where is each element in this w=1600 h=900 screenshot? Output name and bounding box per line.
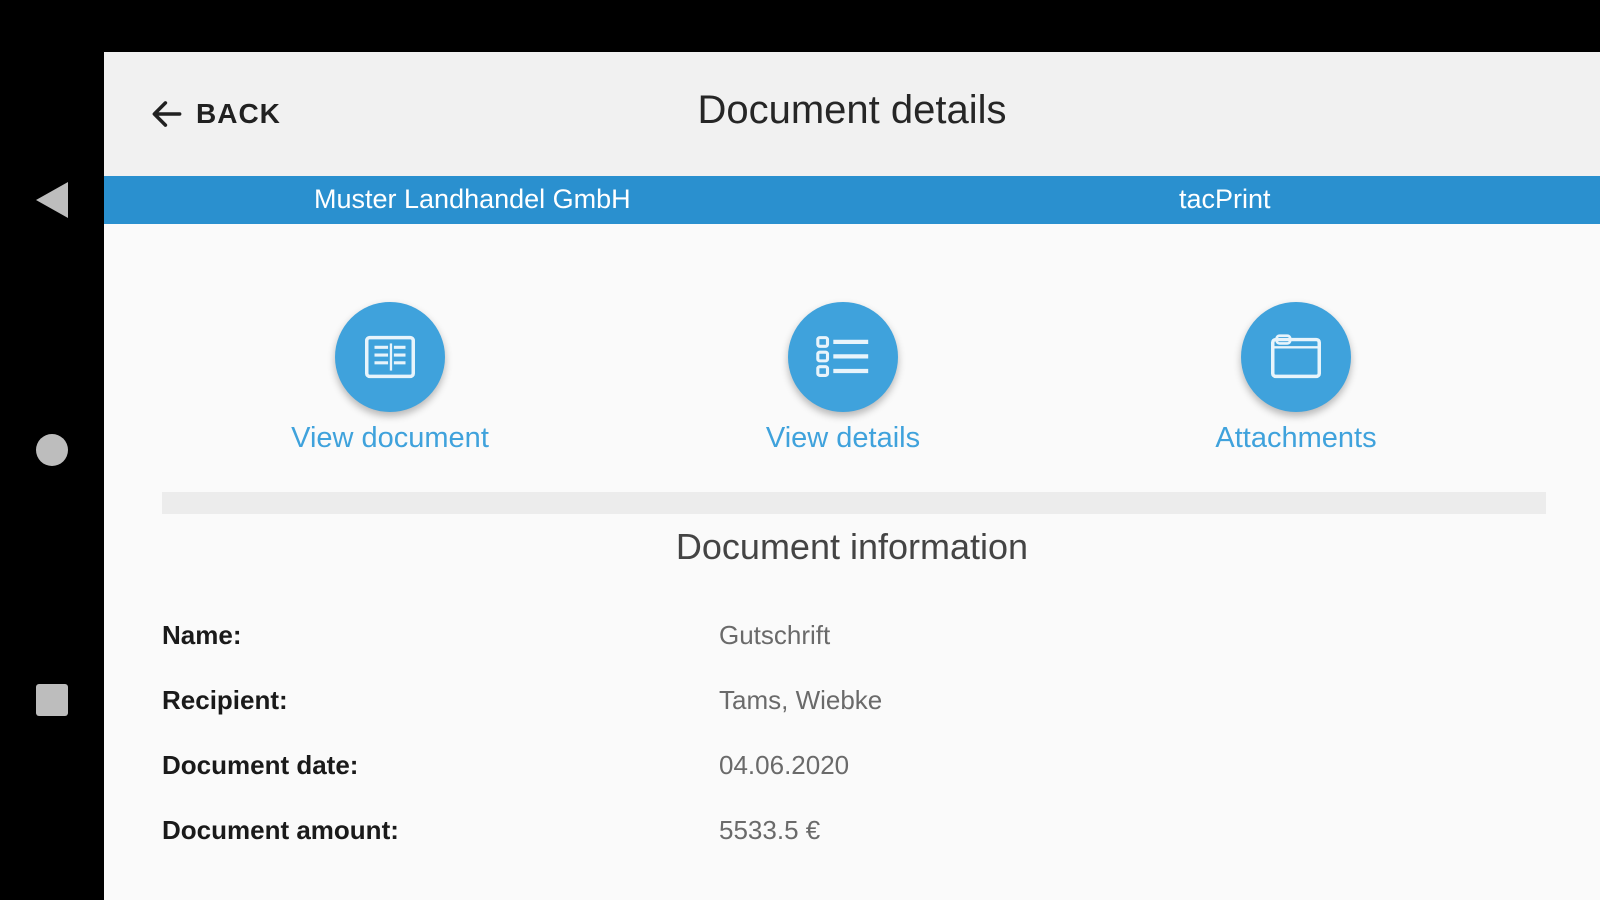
device-screen: BACK Document details Muster Landhandel … xyxy=(0,0,1600,900)
section-divider xyxy=(162,492,1546,514)
view-details-circle xyxy=(788,302,898,412)
info-row-document-amount: Document amount: 5533.5 € xyxy=(162,815,1542,855)
view-document-circle xyxy=(335,302,445,412)
company-banner: Muster Landhandel GmbH tacPrint xyxy=(104,176,1600,224)
system-back-button[interactable] xyxy=(28,176,76,224)
app-window: BACK Document details Muster Landhandel … xyxy=(104,52,1600,900)
info-value: Gutschrift xyxy=(719,620,831,650)
app-name: tacPrint xyxy=(1179,184,1271,214)
info-value: 04.06.2020 xyxy=(719,750,850,780)
view-details-label: View details xyxy=(765,422,921,454)
info-key: Recipient: xyxy=(162,685,288,715)
info-row-document-date: Document date: 04.06.2020 xyxy=(162,750,1542,790)
page-title: Document details xyxy=(697,88,1007,132)
attachment-folder-icon xyxy=(1271,334,1321,379)
attachments-circle xyxy=(1241,302,1351,412)
attachments-button[interactable]: Attachments xyxy=(1146,302,1446,455)
info-row-name: Name: Gutschrift xyxy=(162,620,1542,660)
company-name: Muster Landhandel GmbH xyxy=(314,184,631,214)
info-value: 5533.5 € xyxy=(719,815,821,845)
document-information-title: Document information xyxy=(675,526,1029,567)
info-key: Document date: xyxy=(162,750,359,780)
view-details-button[interactable]: View details xyxy=(693,302,993,455)
info-key: Name: xyxy=(162,620,242,650)
system-navigation-bar xyxy=(0,0,104,900)
info-value: Tams, Wiebke xyxy=(719,685,883,715)
action-buttons: View document View details Attachments xyxy=(104,302,1600,482)
view-document-label: View document xyxy=(291,422,489,454)
view-document-button[interactable]: View document xyxy=(240,302,540,455)
document-icon xyxy=(365,335,415,379)
info-row-recipient: Recipient: Tams, Wiebke xyxy=(162,685,1542,725)
info-key: Document amount: xyxy=(162,815,399,845)
attachments-label: Attachments xyxy=(1215,422,1377,454)
list-details-icon xyxy=(816,336,869,377)
circle-home-icon xyxy=(36,434,68,466)
system-home-button[interactable] xyxy=(28,426,76,474)
system-recents-button[interactable] xyxy=(28,676,76,724)
triangle-back-icon xyxy=(36,182,68,218)
app-bar: BACK Document details xyxy=(104,52,1600,176)
square-recents-icon xyxy=(36,684,68,716)
